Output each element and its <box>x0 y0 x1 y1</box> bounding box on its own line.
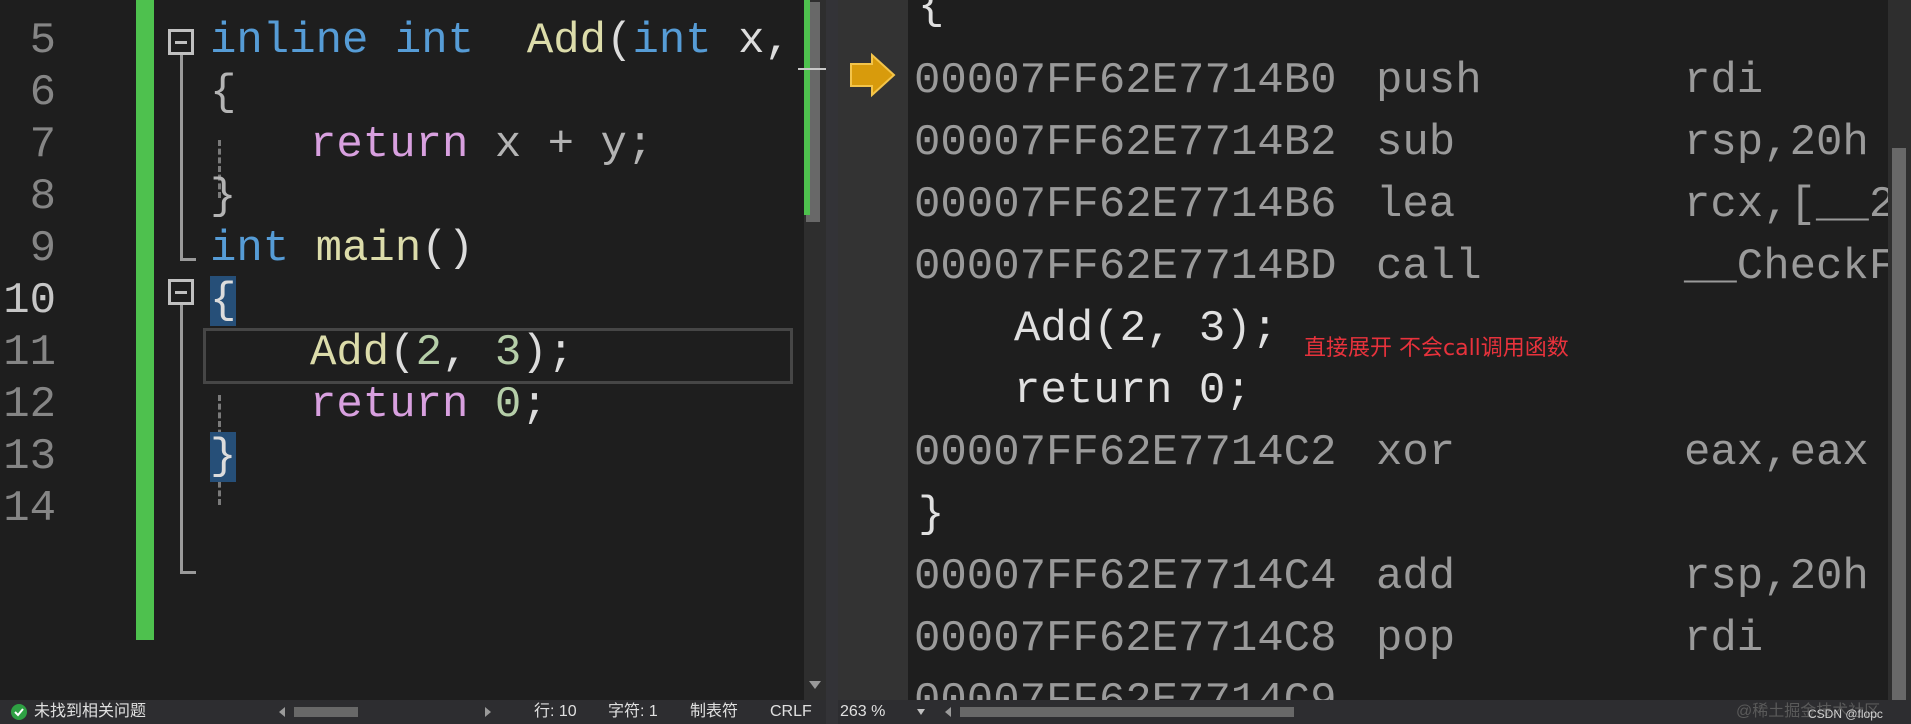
asm-opcode: call <box>1376 242 1482 292</box>
line-number: 5 <box>29 16 56 66</box>
code-line-6: { <box>210 68 237 118</box>
asm-row[interactable]: 00007FF62E7714C2 <box>914 428 1336 478</box>
char-indicator[interactable]: 字符: 1 <box>608 702 658 722</box>
glyph-margin <box>838 0 908 700</box>
collapse-icon[interactable] <box>168 29 194 55</box>
editor-status-bar: 未找到相关问题 行: 10 字符: 1 制表符 CRLF <box>0 700 826 724</box>
csdn-watermark: CSDN @flopc <box>1808 707 1883 721</box>
code-line-11: Add(2, 3); <box>310 328 575 378</box>
eol-indicator[interactable]: CRLF <box>770 702 812 722</box>
code-line-5: inline int Add(int x, <box>210 16 791 66</box>
line-number-current: 10 <box>3 276 56 326</box>
asm-opcode: sub <box>1376 118 1456 168</box>
change-tracking-bar <box>136 0 154 640</box>
line-number: 6 <box>29 68 56 118</box>
code-line-8: } <box>210 172 237 222</box>
status-ok-icon[interactable] <box>10 703 28 721</box>
source-brace: } <box>918 490 945 540</box>
asm-opcode: xor <box>1376 428 1456 478</box>
matched-brace: { <box>210 276 237 326</box>
annotation-note: 直接展开 不会call调用函数 <box>1304 336 1569 361</box>
asm-row[interactable]: 00007FF62E7714C8 <box>914 614 1336 664</box>
tabs-indicator[interactable]: 制表符 <box>690 702 738 722</box>
source-editor[interactable]: 5 6 7 8 9 10 11 12 13 14 inline int Add(… <box>0 0 838 700</box>
scroll-right-icon[interactable] <box>484 706 492 718</box>
asm-operand: rsp,20h <box>1684 552 1869 602</box>
scroll-left-icon[interactable] <box>278 706 286 718</box>
divider-tick <box>798 68 828 70</box>
disassembly-status-bar: 263 % @稀土掘金技术社区 CSDN @flopc <box>838 700 1911 724</box>
change-marker <box>804 0 810 215</box>
source-line: return 0; <box>1014 366 1252 416</box>
scroll-down-icon[interactable] <box>808 680 822 690</box>
asm-opcode: pop <box>1376 614 1456 664</box>
outline-guide <box>180 258 196 261</box>
outline-guide <box>180 571 196 574</box>
outline-guide <box>180 55 183 260</box>
source-brace: { <box>918 0 945 32</box>
scroll-left-icon[interactable] <box>944 706 952 718</box>
asm-operand: eax,eax <box>1684 428 1869 478</box>
asm-row[interactable]: 00007FF62E7714B6 <box>914 180 1336 230</box>
asm-opcode: lea <box>1376 180 1456 230</box>
asm-row[interactable]: 00007FF62E7714B2 <box>914 118 1336 168</box>
asm-row[interactable]: 00007FF62E7714B0 <box>914 56 1336 106</box>
line-number: 11 <box>3 328 56 378</box>
line-indicator[interactable]: 行: 10 <box>534 702 577 722</box>
asm-operand: rdi <box>1684 614 1764 664</box>
line-number: 8 <box>29 172 56 222</box>
matched-brace: } <box>210 432 237 482</box>
line-number: 14 <box>3 484 56 534</box>
asm-opcode: push <box>1376 56 1482 106</box>
asm-row[interactable]: 00007FF62E7714BD <box>914 242 1336 292</box>
line-number: 9 <box>29 224 56 274</box>
current-instruction-arrow-icon <box>850 52 896 98</box>
asm-row-partial[interactable]: 00007FF62E7714C9 <box>914 676 1336 700</box>
asm-opcode: add <box>1376 552 1456 602</box>
source-line: Add(2, 3); <box>1014 304 1279 354</box>
asm-operand: __CheckF <box>1684 242 1896 292</box>
vertical-scrollbar[interactable] <box>804 0 826 700</box>
code-line-9: int main() <box>210 224 475 274</box>
code-line-7: return x + y; <box>310 120 654 170</box>
issues-status[interactable]: 未找到相关问题 <box>34 702 146 722</box>
collapse-icon[interactable] <box>168 279 194 305</box>
line-number: 13 <box>3 432 56 482</box>
zoom-level[interactable]: 263 % <box>840 702 885 722</box>
asm-operand: rcx,[__2 <box>1684 180 1896 230</box>
code-line-12: return 0; <box>310 380 548 430</box>
asm-row[interactable]: 00007FF62E7714C4 <box>914 552 1336 602</box>
pane-splitter[interactable] <box>826 0 838 724</box>
asm-operand: rdi <box>1684 56 1764 106</box>
scrollbar-thumb[interactable] <box>1892 148 1906 700</box>
asm-operand: rsp,20h <box>1684 118 1869 168</box>
line-number: 12 <box>3 380 56 430</box>
code-line-10: { <box>210 276 237 326</box>
line-number: 7 <box>29 120 56 170</box>
chevron-down-icon[interactable] <box>916 708 926 716</box>
outline-guide <box>180 305 183 573</box>
vertical-scrollbar[interactable] <box>1888 0 1911 700</box>
horizontal-scrollbar-thumb[interactable] <box>294 707 358 717</box>
horizontal-scrollbar-thumb[interactable] <box>960 707 1294 717</box>
code-line-13: } <box>210 432 237 482</box>
